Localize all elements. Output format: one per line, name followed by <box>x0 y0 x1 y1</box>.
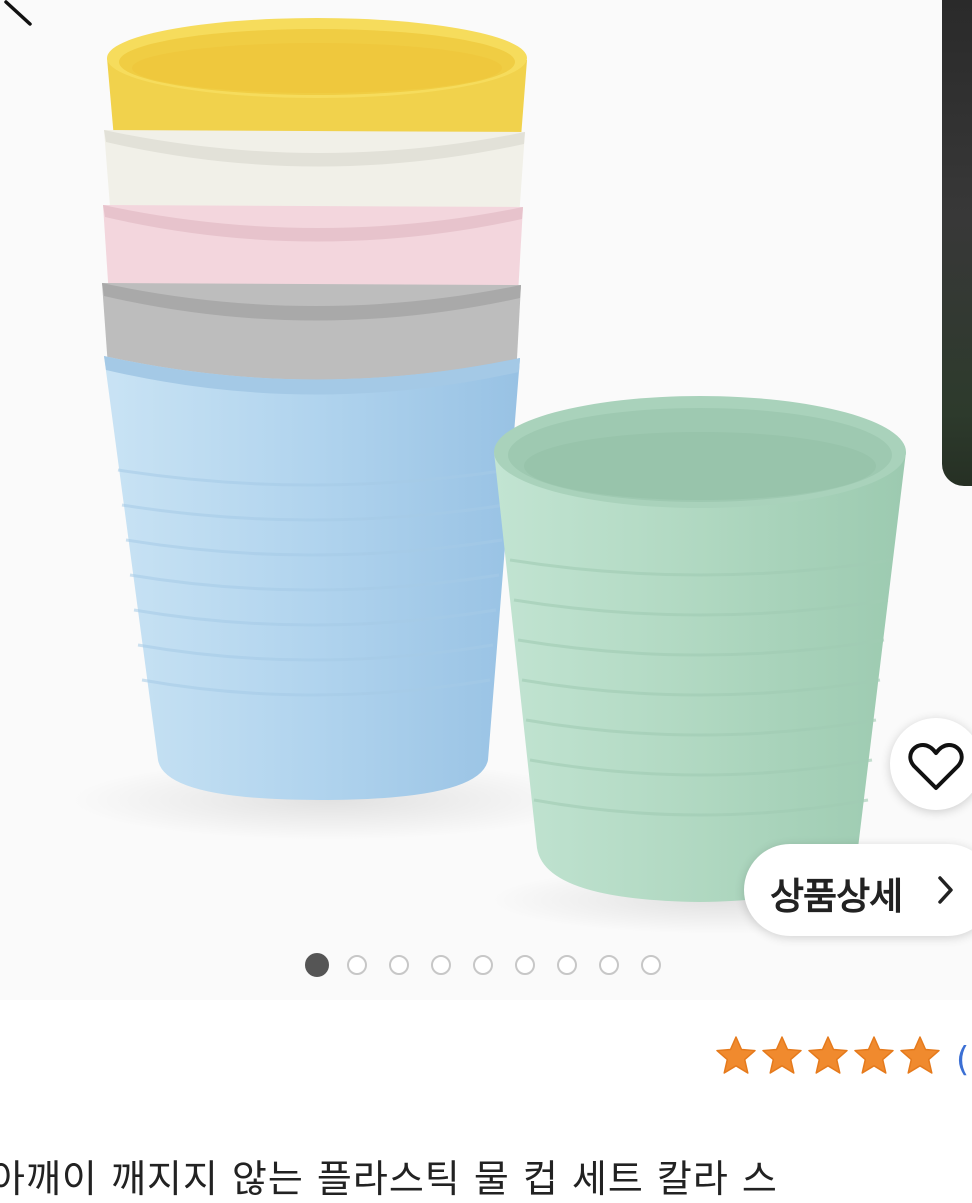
star-icon <box>900 1036 940 1074</box>
star-icon <box>808 1036 848 1074</box>
star-icon <box>716 1036 756 1074</box>
heart-outline-icon <box>908 743 964 790</box>
pagination-dot[interactable] <box>389 955 409 975</box>
product-title: 아깨이 깨지지 않는 플라스틱 물 컵 세트 칼라 스 <box>0 1157 778 1201</box>
back-button[interactable] <box>0 0 40 30</box>
favorite-button[interactable] <box>890 718 972 810</box>
review-count[interactable]: ( <box>956 1040 969 1080</box>
pagination-dot[interactable] <box>557 955 577 975</box>
pagination-dot[interactable] <box>305 953 329 977</box>
star-icon <box>762 1036 802 1074</box>
product-image-viewer[interactable]: 상품상세 <box>0 0 972 1000</box>
pagination-dot[interactable] <box>473 955 493 975</box>
pagination-dot[interactable] <box>347 955 367 975</box>
pagination-dot[interactable] <box>599 955 619 975</box>
pagination-dot[interactable] <box>515 955 535 975</box>
product-detail-button[interactable]: 상품상세 <box>744 844 972 936</box>
star-icon <box>854 1036 894 1074</box>
pagination-dot[interactable] <box>641 955 661 975</box>
back-arrow-icon <box>4 0 32 26</box>
pagination-dot[interactable] <box>431 955 451 975</box>
next-image-preview[interactable] <box>942 0 972 486</box>
product-detail-label: 상품상세 <box>770 875 903 918</box>
chevron-right-icon <box>938 876 953 904</box>
